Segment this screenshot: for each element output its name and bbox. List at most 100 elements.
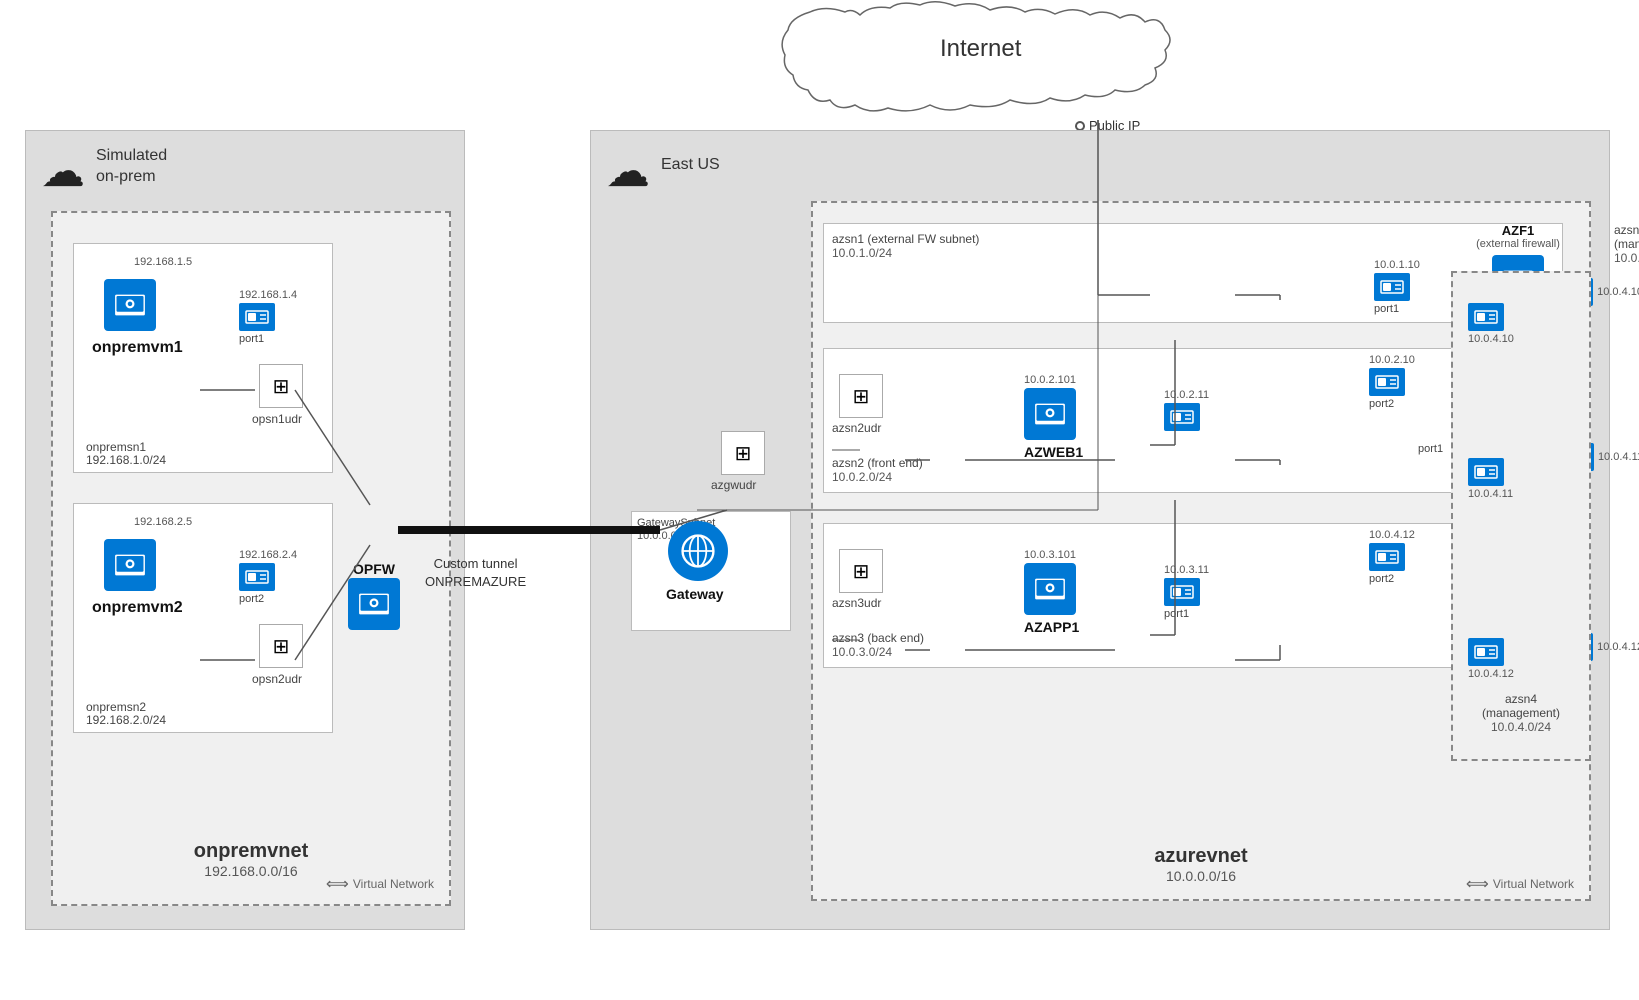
azf3-port2-nic-top: 10.0.4.12 port2 bbox=[1369, 529, 1415, 585]
port1-label-onprem1: port1 bbox=[239, 333, 297, 345]
vnet-icon-onprem: ⟺ bbox=[326, 874, 349, 894]
azapp1-nic-ip: 10.0.3.11 bbox=[1164, 564, 1209, 576]
azf1-port1-ip: 10.0.1.10 bbox=[1374, 259, 1420, 271]
vnet-onprem-name: onpremvnet bbox=[194, 840, 308, 863]
vnet-azure-name: azurevnet bbox=[1154, 845, 1247, 868]
azsn3-label: azsn3 (back end) bbox=[832, 631, 924, 645]
vm1-ip-label: 192.168.1.5 bbox=[134, 256, 192, 268]
azf2-port2-nic-top: 10.0.2.10 port2 bbox=[1369, 354, 1415, 410]
tunnel-label: Custom tunnelONPREMAZURE bbox=[425, 555, 526, 591]
subnet-onprem1: 192.168.1.5 onpremvm1 onpremsn1 192.168.… bbox=[73, 243, 333, 473]
azf1-port3-ip: 10.0.4.10 bbox=[1597, 286, 1639, 298]
azf2-port2-nic-icon bbox=[1369, 368, 1405, 396]
azsn4-nic1-area: 10.0.4.10 bbox=[1468, 303, 1514, 345]
public-ip-dot bbox=[1075, 121, 1085, 131]
azure-cloud-icon: ☁ bbox=[606, 146, 650, 197]
azgwudr-label: azgwudr bbox=[711, 478, 756, 492]
azsn4-nic1-ip: 10.0.4.10 bbox=[1468, 333, 1514, 345]
azf2-port2-label-top: port2 bbox=[1369, 398, 1415, 410]
opsn2udr-label: opsn2udr bbox=[252, 672, 302, 686]
azweb1-nic-icon bbox=[1164, 403, 1200, 431]
azapp1-nic-icon bbox=[1164, 578, 1200, 606]
region-onprem: ☁ Simulatedon-prem 192.168.1.5 onpremvm1… bbox=[25, 130, 465, 930]
azapp1-icon bbox=[1024, 563, 1076, 615]
nic2-area: 192.168.2.4 port2 bbox=[239, 549, 297, 605]
azsn2-cidr: 10.0.2.0/24 bbox=[832, 470, 892, 484]
onpremsn1-cidr: 192.168.1.0/24 bbox=[86, 453, 166, 467]
azf1-port1-label: port1 bbox=[1374, 303, 1420, 315]
azf3-port2-ip-right: 10.0.4.12 bbox=[1597, 641, 1639, 653]
azsn4-nic2-ip: 10.0.4.11 bbox=[1468, 488, 1513, 500]
azf2-port3-ip: 10.0.4.11 bbox=[1598, 451, 1639, 463]
nic2-icon bbox=[239, 563, 275, 591]
onpremvm1-icon bbox=[104, 279, 156, 331]
vnet-onprem-cidr: 192.168.0.0/16 bbox=[194, 863, 308, 879]
region-azure: ☁ East US GatewaySubnet 10.0.0.0/28 Gate… bbox=[590, 130, 1610, 930]
azf3-port1-nic-left: 10.0.3.11 port1 bbox=[1164, 564, 1209, 620]
azf1-desc: (external firewall) bbox=[1453, 238, 1583, 250]
azweb1-label: AZWEB1 bbox=[1024, 444, 1083, 460]
nic1-icon bbox=[239, 303, 275, 331]
opfw-label: OPFW bbox=[353, 561, 395, 577]
azsn4-box-cidr: 10.0.4.0/24 bbox=[1482, 720, 1560, 734]
azf3-port2-ip-top: 10.0.4.12 bbox=[1369, 529, 1415, 541]
azsn2udr-icon: ⊞ bbox=[839, 374, 883, 418]
azsn4-box-label: azsn4 bbox=[1482, 692, 1560, 706]
opsn1udr-label: opsn1udr bbox=[252, 412, 302, 426]
azf2-port1-label: port1 bbox=[1418, 443, 1443, 455]
azf2-port2-ip-top: 10.0.2.10 bbox=[1369, 354, 1415, 366]
onpremvm2-icon bbox=[104, 539, 156, 591]
azapp1-area: 10.0.3.101 AZAPP1 bbox=[1024, 549, 1079, 635]
azf2-port1-nic-left: 10.0.2.11 bbox=[1164, 389, 1209, 431]
azf1-port1-nic-area: 10.0.1.10 port1 bbox=[1374, 259, 1420, 315]
vnet-icon-azure: ⟺ bbox=[1466, 874, 1489, 894]
onpremsn1-label: onpremsn1 bbox=[86, 440, 146, 454]
onprem-region-label: Simulatedon-prem bbox=[96, 146, 167, 188]
subnet-azsn4-box: azsn4 (management) 10.0.4.0/24 10.0.4.10… bbox=[1451, 271, 1591, 761]
azsn4-box-desc: (management) bbox=[1482, 706, 1560, 720]
azweb1-icon bbox=[1024, 388, 1076, 440]
internet-label: Internet bbox=[940, 35, 1021, 63]
azsn4-nic1 bbox=[1468, 303, 1504, 331]
diagram-container: Internet Public IP ☁ Simulatedon-prem 19… bbox=[0, 0, 1639, 1000]
azsn3-cidr: 10.0.3.0/24 bbox=[832, 645, 892, 659]
opsn1udr-icon: ⊞ bbox=[259, 364, 303, 408]
azsn4-nic3 bbox=[1468, 638, 1504, 666]
vnet-azure-type: ⟺ Virtual Network bbox=[1466, 874, 1574, 894]
gateway-icon bbox=[668, 521, 728, 581]
azf1-port1-nic bbox=[1374, 273, 1410, 301]
nic1-area: 192.168.1.4 port1 bbox=[239, 289, 297, 345]
azsn4-nic2 bbox=[1468, 458, 1504, 486]
tunnel-name: ONPREMAZURE bbox=[425, 574, 526, 589]
azsn4-cidr: 10.0.4.0/24 bbox=[1614, 251, 1639, 265]
azf3-port2-nic-icon bbox=[1369, 543, 1405, 571]
port2-label-onprem2: port2 bbox=[239, 593, 297, 605]
onpremvm1-label: onpremvm1 bbox=[92, 339, 183, 357]
onpremsn2-cidr: 192.168.2.0/24 bbox=[86, 713, 166, 727]
azsn4-desc: (management) bbox=[1614, 237, 1639, 251]
azsn4-labels: azsn4 (management) 10.0.4.0/24 bbox=[1614, 223, 1639, 265]
azsn3udr-icon: ⊞ bbox=[839, 549, 883, 593]
azsn4-label: azsn4 bbox=[1614, 223, 1639, 237]
azsn4-nic3-area: 10.0.4.12 bbox=[1468, 638, 1514, 680]
vnet-onprem-label: onpremvnet 192.168.0.0/16 bbox=[194, 840, 308, 879]
azf3-port2-label-top: port2 bbox=[1369, 573, 1415, 585]
vm2-ip-label: 192.168.2.5 bbox=[134, 516, 192, 528]
azgwudr-icon: ⊞ bbox=[721, 431, 765, 475]
onprem-cloud-icon: ☁ bbox=[41, 146, 85, 197]
azsn3udr-label: azsn3udr bbox=[832, 596, 881, 610]
azsn2udr-label: azsn2udr bbox=[832, 421, 881, 435]
azweb1-ip: 10.0.2.101 bbox=[1024, 374, 1083, 386]
azapp1-ip: 10.0.3.101 bbox=[1024, 549, 1079, 561]
onpremvm2-label: onpremvm2 bbox=[92, 599, 183, 617]
vnet-azure-label: azurevnet 10.0.0.0/16 bbox=[1154, 845, 1247, 884]
nic1-ip: 192.168.1.4 bbox=[239, 289, 297, 301]
azsn4-nic3-ip: 10.0.4.12 bbox=[1468, 668, 1514, 680]
azweb1-area: 10.0.2.101 AZWEB1 bbox=[1024, 374, 1083, 460]
azsn4-nic2-area: 10.0.4.11 bbox=[1468, 458, 1513, 500]
opfw-icon bbox=[348, 578, 400, 630]
azf3-port1-label-left: port1 bbox=[1164, 608, 1209, 620]
azsn2-label: azsn2 (front end) bbox=[832, 456, 923, 470]
azure-region-label: East US bbox=[661, 156, 720, 174]
vnet-onprem-type: ⟺ Virtual Network bbox=[326, 874, 434, 894]
